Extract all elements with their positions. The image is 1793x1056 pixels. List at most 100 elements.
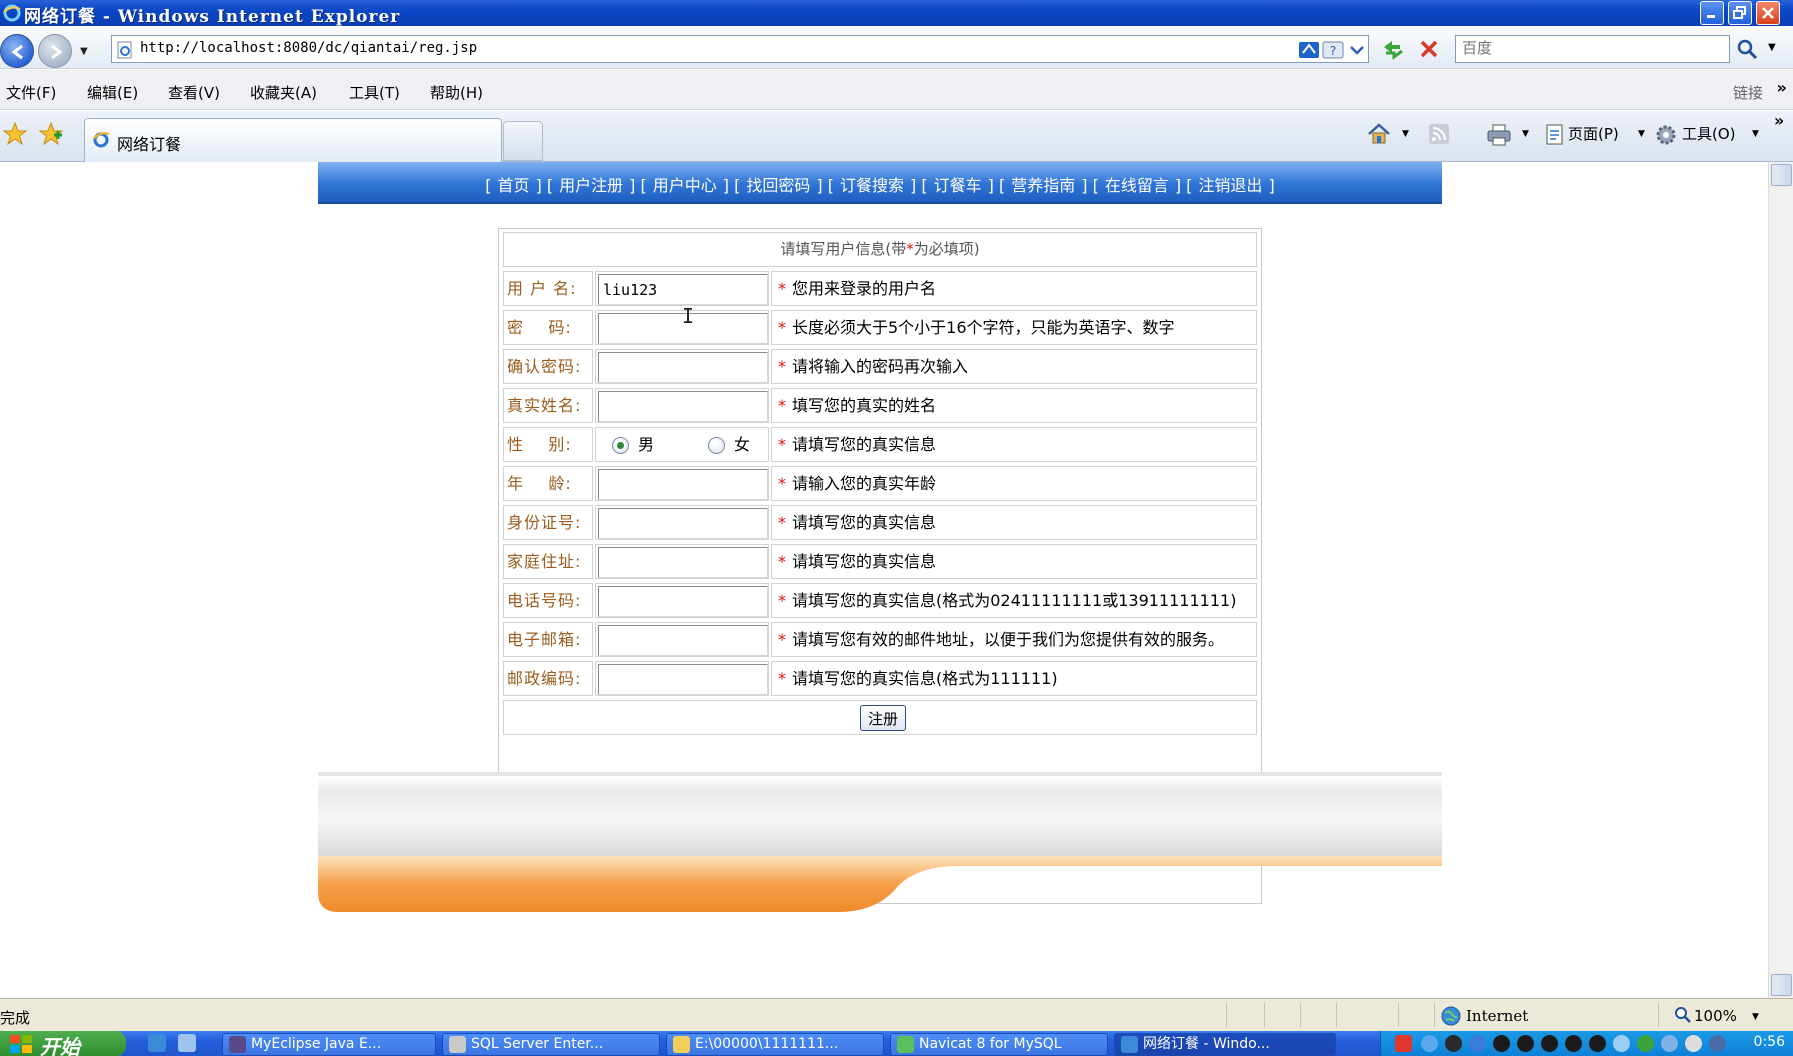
- nav-user-center[interactable]: 用户中心: [653, 176, 717, 195]
- home-dropdown-icon[interactable]: ▼: [1402, 129, 1409, 139]
- qq-icon[interactable]: [1589, 1035, 1606, 1052]
- new-tab-button[interactable]: [503, 121, 543, 161]
- volume-icon[interactable]: [1685, 1035, 1702, 1052]
- gender-female-label[interactable]: 女: [734, 428, 750, 461]
- taskbar-item-explorer-folder[interactable]: E:\00000\1111111...: [666, 1033, 884, 1056]
- tools-menu-button[interactable]: 工具(O): [1682, 123, 1736, 144]
- taskbar-item-myeclipse[interactable]: MyEclipse Java E...: [222, 1033, 436, 1056]
- nav-nutrition-guide[interactable]: 营养指南: [1011, 176, 1075, 195]
- page-menu-button[interactable]: 页面(P): [1568, 123, 1619, 144]
- start-button[interactable]: 开始: [0, 1031, 126, 1056]
- links-button[interactable]: 链接: [1733, 82, 1763, 103]
- postcode-input[interactable]: [598, 664, 768, 695]
- feeds-icon[interactable]: [1428, 123, 1450, 145]
- nav-register[interactable]: 用户注册: [559, 176, 623, 195]
- minimize-icon: [1707, 15, 1715, 18]
- scroll-up-button[interactable]: [1771, 164, 1792, 186]
- help-icon[interactable]: ?: [1322, 39, 1344, 61]
- confirm-password-label: 确认密码:: [503, 349, 593, 384]
- phone-input[interactable]: [598, 586, 768, 617]
- confirm-password-input[interactable]: [598, 352, 768, 383]
- gender-male-radio[interactable]: [612, 437, 629, 454]
- tray-app-icon[interactable]: [1421, 1035, 1438, 1052]
- id-number-hint-cell: * 请填写您的真实信息: [771, 505, 1257, 540]
- taskbar-item-ie-active[interactable]: 网络订餐 - Windo...: [1114, 1033, 1336, 1056]
- chevron-down-icon[interactable]: [1346, 39, 1368, 61]
- nav-cart[interactable]: 订餐车: [934, 176, 982, 195]
- menu-help[interactable]: 帮助(H): [430, 82, 483, 103]
- restore-button[interactable]: [1728, 1, 1752, 25]
- menu-favorites[interactable]: 收藏夹(A): [250, 82, 317, 103]
- window-title-bar[interactable]: 网络订餐 - Windows Internet Explorer: [0, 0, 1793, 27]
- refresh-icon[interactable]: [1380, 37, 1406, 61]
- security-zone[interactable]: Internet: [1466, 1007, 1528, 1025]
- nav-message-board[interactable]: 在线留言: [1105, 176, 1169, 195]
- tray-app-icon[interactable]: [1637, 1035, 1654, 1052]
- page-icon[interactable]: [1544, 123, 1566, 147]
- address-bar[interactable]: ?: [111, 35, 1369, 63]
- close-window-button[interactable]: [1756, 1, 1780, 25]
- username-input[interactable]: [598, 274, 768, 305]
- favorites-star-icon[interactable]: [2, 121, 28, 147]
- search-input[interactable]: [1462, 40, 1712, 57]
- print-icon[interactable]: [1486, 123, 1512, 147]
- tray-app-icon[interactable]: [1613, 1035, 1630, 1052]
- quick-launch-ie-icon[interactable]: [148, 1034, 166, 1052]
- search-icon[interactable]: [1736, 38, 1758, 60]
- id-number-input[interactable]: [598, 508, 768, 539]
- nav-order-search[interactable]: 订餐搜索: [840, 176, 904, 195]
- address-input[interactable]: [598, 547, 768, 578]
- status-divider: [1300, 1003, 1301, 1027]
- gear-icon[interactable]: [1654, 123, 1678, 147]
- register-button[interactable]: 注册: [860, 705, 906, 731]
- menu-tools[interactable]: 工具(T): [349, 82, 400, 103]
- quick-launch-desktop-icon[interactable]: [178, 1034, 196, 1052]
- add-favorite-icon[interactable]: [38, 121, 64, 147]
- nav-home[interactable]: 首页: [498, 176, 530, 195]
- vertical-scrollbar[interactable]: [1768, 162, 1793, 998]
- qq-icon[interactable]: [1541, 1035, 1558, 1052]
- minimize-button[interactable]: [1700, 1, 1724, 25]
- taskbar-item-sql-server[interactable]: SQL Server Enter...: [442, 1033, 660, 1056]
- menu-file[interactable]: 文件(F): [6, 82, 56, 103]
- tray-app-icon[interactable]: [1661, 1035, 1678, 1052]
- age-input[interactable]: [598, 469, 768, 500]
- search-box[interactable]: [1455, 35, 1730, 63]
- nav-logout[interactable]: 注销退出: [1198, 176, 1262, 195]
- history-dropdown-icon[interactable]: ▼: [80, 46, 88, 57]
- qq-icon[interactable]: [1493, 1035, 1510, 1052]
- gender-male-label[interactable]: 男: [638, 428, 654, 461]
- nav-recover-password[interactable]: 找回密码: [746, 176, 810, 195]
- url-input[interactable]: [140, 40, 1290, 56]
- chevron-right-icon[interactable]: »: [1774, 111, 1784, 130]
- forward-button[interactable]: [38, 34, 72, 68]
- menu-edit[interactable]: 编辑(E): [87, 82, 138, 103]
- required-star: *: [778, 279, 786, 298]
- sogou-input-icon[interactable]: [1395, 1035, 1412, 1052]
- tray-app-icon[interactable]: [1709, 1035, 1726, 1052]
- network-icon[interactable]: [1469, 1035, 1486, 1052]
- zoom-dropdown-icon[interactable]: ▼: [1752, 1012, 1759, 1022]
- menu-view[interactable]: 查看(V): [168, 82, 220, 103]
- age-hint-cell: * 请输入您的真实年龄: [771, 466, 1257, 501]
- stop-icon[interactable]: [1416, 37, 1442, 61]
- tools-dropdown-icon[interactable]: ▼: [1752, 129, 1759, 139]
- scroll-down-button[interactable]: [1771, 974, 1792, 996]
- taskbar-item-navicat[interactable]: Navicat 8 for MySQL: [890, 1033, 1108, 1056]
- qq-icon[interactable]: [1565, 1035, 1582, 1052]
- qq-icon[interactable]: [1517, 1035, 1534, 1052]
- real-name-input[interactable]: [598, 391, 768, 422]
- tab-active[interactable]: 网络订餐: [84, 118, 502, 162]
- email-input[interactable]: [598, 625, 768, 656]
- gender-female-radio[interactable]: [708, 437, 725, 454]
- compatibility-icon[interactable]: [1298, 39, 1320, 61]
- zoom-level[interactable]: 100%: [1694, 1007, 1737, 1025]
- home-icon[interactable]: [1366, 121, 1392, 147]
- form-row-confirm-password: 确认密码: * 请将输入的密码再次输入: [503, 349, 1257, 384]
- page-dropdown-icon[interactable]: ▼: [1638, 129, 1645, 139]
- back-button[interactable]: [0, 34, 34, 68]
- tray-app-icon[interactable]: [1445, 1035, 1462, 1052]
- print-dropdown-icon[interactable]: ▼: [1522, 129, 1529, 139]
- search-options-icon[interactable]: ▼: [1768, 42, 1776, 53]
- chevron-right-icon[interactable]: »: [1777, 78, 1787, 97]
